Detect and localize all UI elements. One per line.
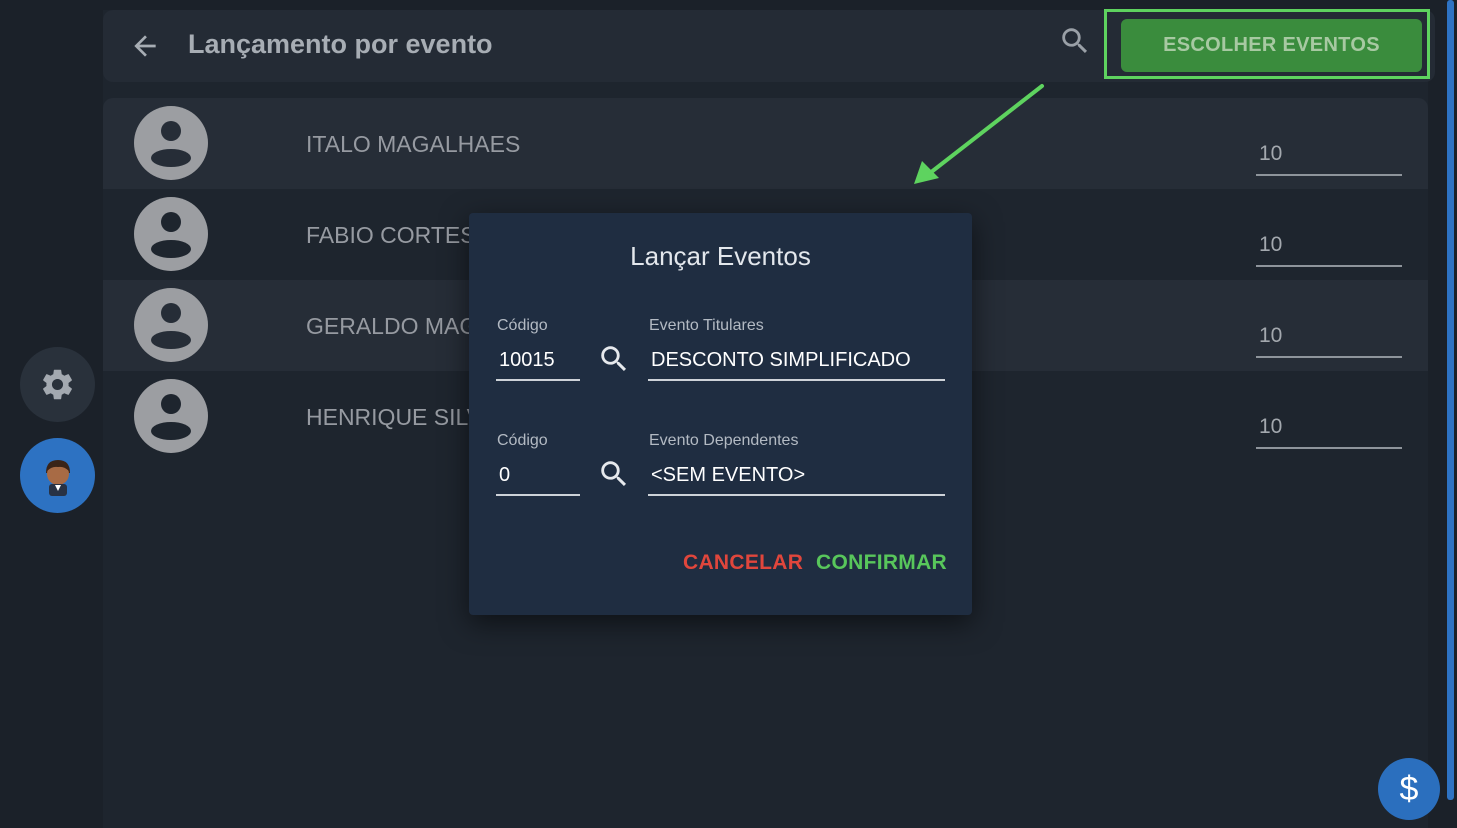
search-icon[interactable] (1058, 24, 1092, 58)
user-avatar-button[interactable] (20, 438, 95, 513)
launch-events-dialog: Lançar Eventos Código 10015 Evento Titul… (469, 213, 972, 615)
person-icon (134, 197, 208, 271)
back-arrow-icon[interactable] (129, 30, 161, 62)
gear-icon (43, 369, 72, 400)
page-title: Lançamento por evento (188, 29, 493, 59)
event-dependentes-field[interactable]: <SEM EVENTO> (648, 460, 945, 496)
person-icon (134, 379, 208, 453)
event-dependentes-label: Evento Dependentes (649, 432, 799, 449)
employee-name: FABIO CORTES (306, 222, 476, 248)
code-label: Código (497, 432, 548, 449)
value-input[interactable]: 10 (1256, 229, 1402, 267)
person-icon (134, 288, 208, 362)
person-icon (134, 106, 208, 180)
dollar-icon: $ (1399, 770, 1419, 808)
employee-name: HENRIQUE SILVA (306, 404, 496, 430)
event-titulares-field[interactable]: DESCONTO SIMPLIFICADO (648, 345, 945, 381)
search-icon[interactable] (597, 342, 631, 376)
scrollbar[interactable] (1447, 0, 1454, 800)
highlight-box (1104, 9, 1430, 79)
cancel-button[interactable]: CANCELAR (683, 551, 803, 575)
code-field-titulares[interactable]: 10015 (496, 345, 580, 381)
value-input[interactable]: 10 (1256, 411, 1402, 449)
confirm-button[interactable]: CONFIRMAR (816, 551, 947, 575)
search-icon[interactable] (597, 457, 631, 491)
settings-button[interactable] (20, 347, 95, 422)
value-input[interactable]: 10 (1256, 138, 1402, 176)
dialog-title: Lançar Eventos (630, 241, 811, 271)
employee-name: ITALO MAGALHAES (306, 131, 521, 157)
event-titulares-label: Evento Titulares (649, 317, 764, 334)
employee-name: GERALDO MAGU (306, 313, 494, 339)
list-item[interactable]: ITALO MAGALHAES 10 (103, 98, 1428, 189)
user-avatar-icon (46, 460, 70, 496)
dollar-button[interactable]: $ (1378, 758, 1440, 820)
code-label: Código (497, 317, 548, 334)
value-input[interactable]: 10 (1256, 320, 1402, 358)
code-field-dependentes[interactable]: 0 (496, 460, 580, 496)
